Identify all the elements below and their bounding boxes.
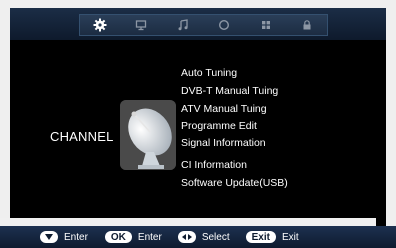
down-arrow-icon: [45, 234, 53, 240]
menu-item-software-update[interactable]: Software Update(USB): [181, 174, 381, 192]
menu-item-atv-manual-tuning[interactable]: ATV Manual Tuing: [181, 100, 381, 118]
tab-time[interactable]: [214, 15, 234, 35]
tab-lock[interactable]: [297, 15, 317, 35]
left-right-arrows-icon: [181, 234, 192, 240]
music-note-icon: [178, 19, 188, 31]
ok-key: OK: [104, 231, 132, 243]
satellite-dish-image: [120, 100, 176, 170]
lock-icon: [303, 20, 311, 30]
left-right-key: [177, 231, 196, 243]
tab-channel-settings[interactable]: [90, 15, 110, 35]
tab-picture[interactable]: [131, 15, 151, 35]
hint-label: Enter: [64, 231, 88, 243]
menu-tab-strip: [79, 14, 328, 36]
menu-item-dvbt-manual-tuning[interactable]: DVB-T Manual Tuing: [181, 82, 381, 100]
menu-item-programme-edit[interactable]: Programme Edit: [181, 118, 381, 135]
down-key: [40, 231, 58, 243]
gear-icon: [93, 18, 107, 32]
menu-item-auto-tuning[interactable]: Auto Tuning: [181, 64, 381, 82]
top-menu-bar: [10, 8, 386, 40]
section-title: CHANNEL: [50, 129, 114, 144]
tab-sound[interactable]: [173, 15, 193, 35]
monitor-icon: [136, 20, 147, 31]
hint-exit: Exit Exit: [245, 231, 299, 243]
tv-screen: CHANNEL Auto Tuning DVB-T Manual Tuing A…: [10, 8, 386, 240]
hint-enter-ok: OK Enter: [104, 231, 162, 243]
tab-options[interactable]: [256, 15, 276, 35]
clock-icon: [219, 19, 230, 31]
hint-label: Enter: [137, 231, 162, 243]
tv-frame: CHANNEL Auto Tuning DVB-T Manual Tuing A…: [0, 0, 396, 248]
hint-label: Exit: [281, 231, 299, 243]
exit-key: Exit: [245, 231, 276, 243]
satellite-dish-icon: [120, 100, 176, 170]
channel-menu: Auto Tuning DVB-T Manual Tuing ATV Manua…: [181, 64, 381, 192]
hint-enter-down: Enter: [40, 231, 88, 243]
hint-select: Select: [177, 231, 230, 243]
menu-item-signal-information[interactable]: Signal Information: [181, 135, 381, 152]
grid-icon: [261, 21, 270, 29]
menu-item-ci-information[interactable]: CI Information: [181, 156, 381, 174]
hint-label: Select: [201, 231, 230, 243]
key-hint-bar: Enter OK Enter Select Exit Exit: [0, 226, 396, 248]
